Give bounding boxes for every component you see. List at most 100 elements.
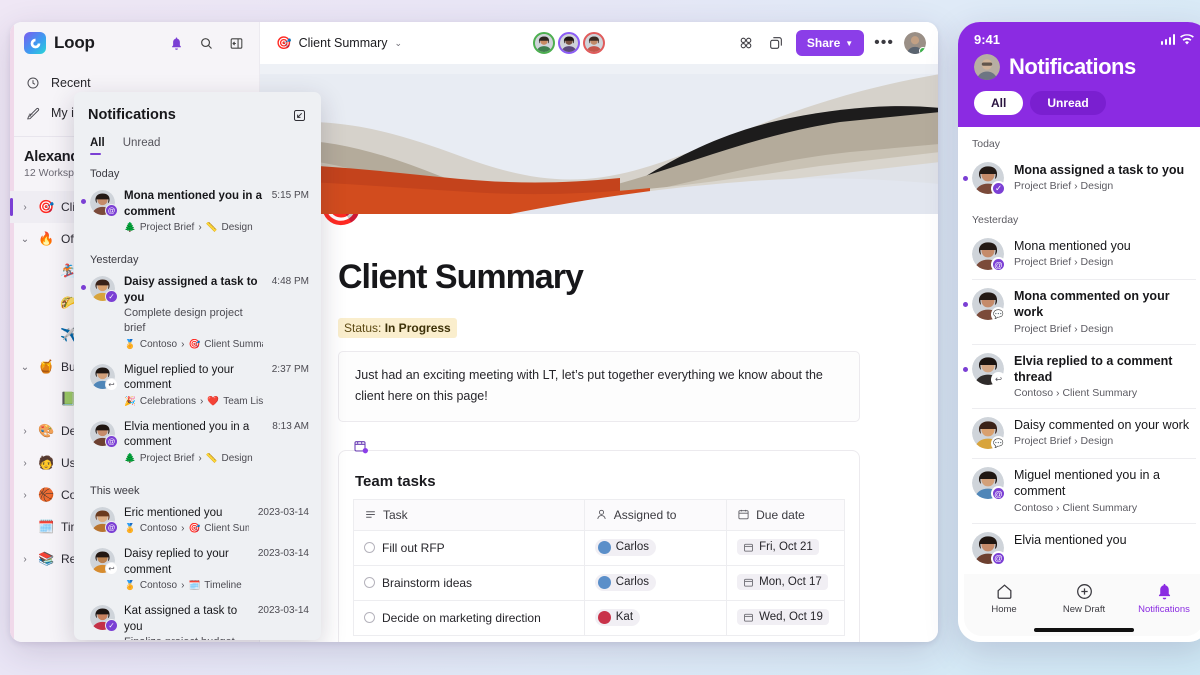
cell-assignee[interactable]: Kat bbox=[583, 599, 728, 636]
calendar-icon bbox=[737, 508, 750, 521]
chevron-icon[interactable]: › bbox=[18, 426, 32, 437]
notification-item[interactable]: ✓ Kat assigned a task to you Finalize proj… bbox=[74, 599, 321, 640]
collapse-panel-icon[interactable] bbox=[225, 32, 247, 54]
notification-avatar: @ bbox=[90, 420, 118, 448]
cell-task[interactable]: Decide on marketing direction bbox=[353, 599, 585, 636]
phone-tab-notifications[interactable]: Notifications bbox=[1124, 582, 1200, 615]
callout-text[interactable]: Just had an exciting meeting with LT, le… bbox=[338, 351, 860, 422]
notification-breadcrumb: 🎉 Celebrations › ❤️ Team List bbox=[124, 396, 263, 407]
chevron-down-icon: ▼ bbox=[845, 38, 854, 48]
avatar bbox=[597, 610, 611, 624]
avatar[interactable] bbox=[974, 54, 1000, 80]
notification-item[interactable]: 💬 Daisy commented on your work Project Bri… bbox=[958, 409, 1200, 458]
page-title[interactable]: Client Summary bbox=[338, 258, 938, 297]
notification-item[interactable]: @ Elvia mentioned you bbox=[958, 524, 1200, 573]
bell-icon[interactable] bbox=[165, 32, 187, 54]
expand-panel-icon[interactable] bbox=[292, 108, 307, 123]
breadcrumb-label: Project Brief bbox=[139, 222, 195, 234]
document-toolbar: 🎯 Client Summary ⌄ Share ▼ ••• bbox=[260, 22, 938, 64]
phone-tab-new-draft[interactable]: New Draft bbox=[1044, 582, 1124, 615]
notification-item[interactable]: @ Miguel mentioned you in a comment Contos… bbox=[958, 459, 1200, 523]
collaborator-avatar[interactable] bbox=[532, 32, 555, 54]
collaborator-avatar[interactable] bbox=[582, 32, 605, 54]
table-row[interactable]: Fill out RFP Carlos Fri, Oct 21 bbox=[353, 529, 845, 566]
notification-item[interactable]: ↩ Daisy replied to your comment 🏅 Contoso › 🗓… bbox=[74, 542, 321, 599]
main-content: 🎯 Client Summary ⌄ Share ▼ ••• Client Su… bbox=[260, 22, 938, 642]
breadcrumb-emoji-icon: 🎯 bbox=[188, 338, 201, 350]
cell-due-date[interactable]: Wed, Oct 19 bbox=[726, 599, 845, 636]
cell-due-date[interactable]: Fri, Oct 21 bbox=[726, 529, 845, 566]
notifications-tab-unread[interactable]: Unread bbox=[123, 137, 161, 155]
add-item-button[interactable]: Add item bbox=[353, 636, 845, 643]
phone-notifications-list[interactable]: Today ✓ Mona assigned a task to you Project… bbox=[958, 127, 1200, 642]
breadcrumb-separator: › bbox=[181, 338, 185, 350]
notification-item[interactable]: ✓ Daisy assigned a task to you Complete de… bbox=[74, 270, 321, 358]
notification-item[interactable]: @ Mona mentioned you in a comment 🌲 Project… bbox=[74, 184, 321, 241]
task-checkbox[interactable] bbox=[364, 576, 375, 588]
table-row[interactable]: Decide on marketing direction Kat Wed, Oct… bbox=[353, 599, 845, 636]
phone-page-title: Notifications bbox=[1009, 54, 1136, 79]
chevron-icon[interactable]: ⌄ bbox=[18, 234, 32, 245]
assignee-token: Carlos bbox=[594, 573, 656, 591]
table-row[interactable]: Brainstorm ideas Carlos Mon, Oct 17 bbox=[353, 564, 845, 601]
phone-filter-tabs: All Unread bbox=[974, 91, 1194, 115]
notification-title: Kat assigned a task to you bbox=[124, 605, 238, 633]
notification-item[interactable]: @ Eric mentioned you 🏅Contoso›🎯Client Summ… bbox=[74, 501, 321, 543]
collaborator-avatars[interactable] bbox=[532, 32, 605, 54]
column-header-task-label: Task bbox=[383, 507, 408, 522]
selection-indicator bbox=[10, 198, 13, 216]
notifications-list[interactable]: Today @ Mona mentioned you in a comment 🌲 Pr… bbox=[74, 155, 321, 640]
loop-component-icon bbox=[353, 439, 369, 455]
share-button[interactable]: Share ▼ bbox=[795, 30, 865, 56]
notifications-tabs: All Unread bbox=[74, 123, 321, 155]
apps-grid-icon[interactable] bbox=[736, 33, 756, 53]
column-header-due-date[interactable]: Due date bbox=[726, 498, 845, 531]
notification-text: Elvia replied to a comment thread Contoso… bbox=[1014, 353, 1198, 400]
notification-type-icon: 💬 bbox=[991, 307, 1006, 322]
chevron-icon[interactable]: › bbox=[18, 202, 32, 213]
notification-avatar: ↩ bbox=[972, 352, 1006, 387]
search-icon[interactable] bbox=[195, 32, 217, 54]
avatar[interactable] bbox=[903, 32, 926, 54]
cell-assignee[interactable]: Carlos bbox=[583, 529, 728, 566]
notification-timestamp: 2:37 PM bbox=[271, 363, 309, 375]
cell-due-date[interactable]: Mon, Oct 17 bbox=[726, 564, 845, 601]
status-line: Status: In Progress bbox=[338, 318, 938, 338]
notification-text: Eric mentioned you 🏅Contoso›🎯Client Summa… bbox=[124, 506, 249, 535]
item-emoji-icon: 🎨 bbox=[38, 423, 55, 438]
column-header-assigned-to[interactable]: Assigned to bbox=[583, 498, 728, 531]
notification-avatar: @ bbox=[972, 467, 1006, 501]
chevron-icon[interactable]: ⌄ bbox=[18, 362, 32, 373]
task-checkbox[interactable] bbox=[364, 541, 375, 553]
collaborator-avatar[interactable] bbox=[557, 32, 580, 54]
phone-filter-all[interactable]: All bbox=[974, 91, 1024, 115]
chevron-icon[interactable]: › bbox=[18, 554, 32, 565]
tasks-table-body: Fill out RFP Carlos Fri, Oct 21 Brainstorm … bbox=[353, 529, 845, 636]
notification-item[interactable]: ↩ Elvia replied to a comment thread Contos… bbox=[958, 345, 1200, 409]
copy-page-icon[interactable] bbox=[766, 33, 786, 53]
notification-item[interactable]: @ Elvia mentioned you in a comment 🌲 Projec… bbox=[74, 415, 321, 472]
notification-timestamp: 2023-03-14 bbox=[257, 605, 309, 617]
phone-filter-unread[interactable]: Unread bbox=[1030, 91, 1106, 115]
notification-item[interactable]: @ Mona mentioned you Project Brief › Desig… bbox=[958, 230, 1200, 279]
notification-item[interactable]: 💬 Mona commented on your work Project Brie… bbox=[958, 280, 1200, 344]
cell-task[interactable]: Brainstorm ideas bbox=[353, 564, 585, 601]
chevron-icon[interactable]: › bbox=[18, 458, 32, 469]
notification-title: Miguel replied to your comment bbox=[124, 363, 234, 392]
notification-type-icon: @ bbox=[991, 257, 1006, 272]
notification-item[interactable]: ✓ Mona assigned a task to you Project Brie… bbox=[958, 154, 1200, 203]
notifications-tab-all[interactable]: All bbox=[90, 137, 105, 155]
calendar-icon bbox=[743, 542, 754, 553]
cell-assignee[interactable]: Carlos bbox=[583, 564, 728, 601]
notification-item[interactable]: ↩ Miguel replied to your comment 🎉 Celebrat… bbox=[74, 358, 321, 415]
phone-tab-home[interactable]: Home bbox=[964, 582, 1044, 615]
cell-task[interactable]: Fill out RFP bbox=[353, 529, 585, 566]
chevron-icon[interactable]: › bbox=[18, 490, 32, 501]
column-header-task[interactable]: Task bbox=[353, 498, 585, 531]
breadcrumb-label: Celebrations bbox=[139, 395, 196, 407]
task-checkbox[interactable] bbox=[364, 611, 375, 623]
notification-text: Miguel replied to your comment 🎉 Celebrati… bbox=[124, 363, 263, 407]
more-options-icon[interactable]: ••• bbox=[874, 35, 894, 51]
document-title-chip[interactable]: 🎯 Client Summary ⌄ bbox=[276, 36, 402, 51]
due-date-label: Mon, Oct 17 bbox=[759, 576, 822, 589]
